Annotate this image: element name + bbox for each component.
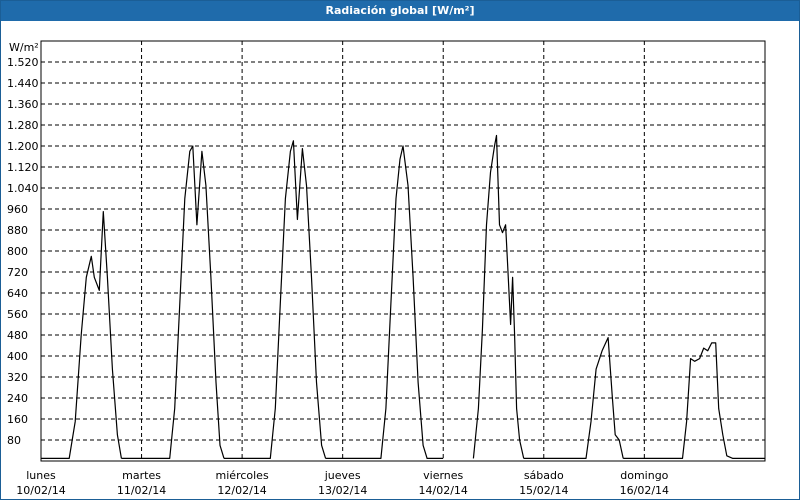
series	[41, 134, 765, 459]
x-tick-date: 10/02/14	[16, 484, 65, 497]
y-tick-label: 1.360	[7, 98, 39, 111]
x-tick-date: 16/02/14	[620, 484, 669, 497]
y-tick-label: 480	[7, 329, 28, 342]
series-line	[121, 145, 225, 459]
y-tick-label: 320	[7, 371, 28, 384]
y-tick-label: 160	[7, 413, 28, 426]
y-tick-label: 720	[7, 266, 28, 279]
y-tick-label: 800	[7, 245, 28, 258]
x-tick-date: 14/02/14	[419, 484, 468, 497]
series-line	[472, 134, 525, 459]
y-tick-label: 1.280	[7, 119, 39, 132]
x-tick-date: 15/02/14	[519, 484, 568, 497]
y-tick-label: 1.440	[7, 77, 39, 90]
y-tick-label: 80	[7, 434, 21, 447]
y-axis: 80 160 240 320 400 480 560 640 720 800 880 960 1.040…	[7, 41, 39, 447]
x-tick-day: domingo	[620, 469, 668, 482]
y-tick-label: 560	[7, 308, 28, 321]
y-tick-label: 240	[7, 392, 28, 405]
x-tick-day: lunes	[26, 469, 56, 482]
x-tick-date: 11/02/14	[117, 484, 166, 497]
chart-window: Radiación global [W/m²] 80 160 240 320 400 48…	[0, 0, 800, 500]
series-line	[41, 211, 122, 459]
x-tick-day: miércoles	[216, 469, 269, 482]
y-tick-label: 960	[7, 203, 28, 216]
y-tick-label: 1.120	[7, 161, 39, 174]
series-line	[325, 145, 444, 459]
y-axis-unit: W/m²	[9, 41, 39, 54]
y-tick-label: 1.200	[7, 140, 39, 153]
x-tick-day: jueves	[324, 469, 361, 482]
y-tick-label: 640	[7, 287, 28, 300]
x-tick-day: martes	[122, 469, 161, 482]
y-tick-label: 1.040	[7, 182, 39, 195]
grid	[41, 41, 765, 461]
y-tick-label: 880	[7, 224, 28, 237]
chart-title: Radiación global [W/m²]	[1, 1, 799, 21]
x-tick-day: viernes	[423, 469, 463, 482]
y-tick-label: 400	[7, 350, 28, 363]
radiation-chart: 80 160 240 320 400 480 560 640 720 800 880 960 1.040…	[7, 40, 766, 497]
x-tick-date: 12/02/14	[217, 484, 266, 497]
x-tick-day: sábado	[524, 469, 564, 482]
y-tick-label: 1.520	[7, 56, 39, 69]
x-tick-date: 13/02/14	[318, 484, 367, 497]
x-axis: lunes 10/02/14 martes 11/02/14 miércoles 12/0…	[16, 469, 669, 497]
